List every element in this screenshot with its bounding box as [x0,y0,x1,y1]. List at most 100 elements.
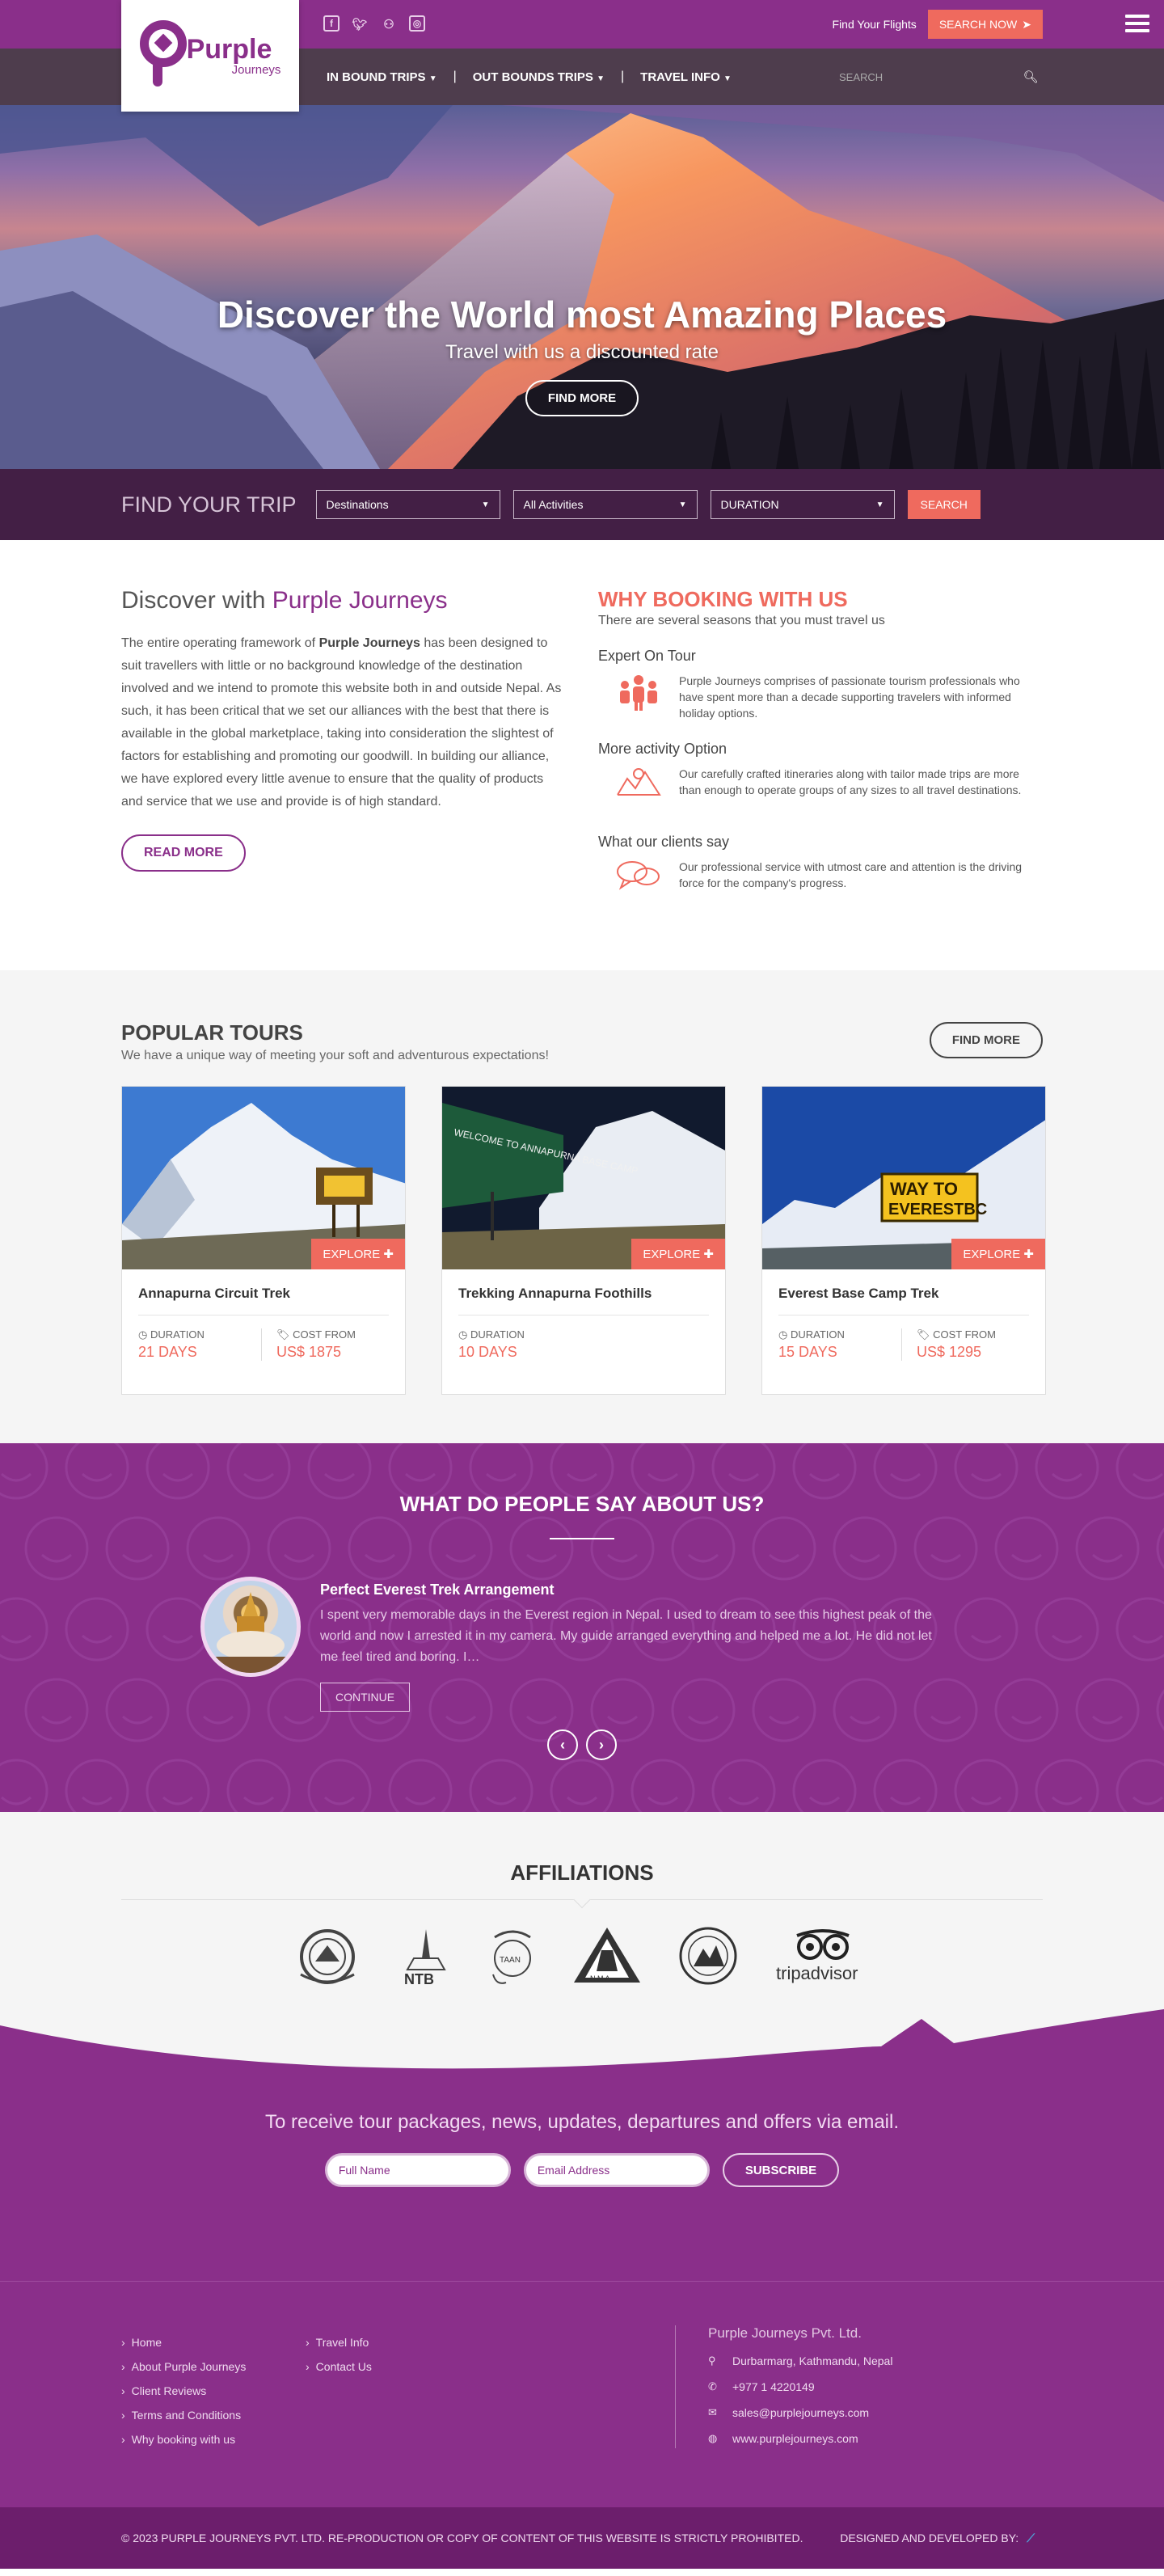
phone-text[interactable]: +977 1 4220149 [732,2380,815,2393]
main-nav: Purple Journeys IN BOUND TRIPS ▼ | OUT B… [0,0,1164,112]
reviewer-avatar [200,1577,301,1677]
brand-logo[interactable]: Purple Journeys [121,0,299,112]
continue-button[interactable]: CONTINUE [320,1683,411,1712]
pattern-smiley [24,1516,89,1581]
search-icon[interactable]: 🔍︎ [1018,70,1043,84]
nma-logo[interactable]: N M A [571,1926,643,1986]
pattern-smile [162,1796,193,1805]
ntb-logo[interactable]: NTB [398,1926,454,1986]
footer-link[interactable]: Terms and Conditions [121,2403,306,2427]
duration-label: ◷ DURATION [138,1328,261,1341]
trip-search-button[interactable]: SEARCH [907,490,981,519]
destinations-select[interactable]: Destinations ▼ [315,490,500,519]
pattern-smile [850,1553,880,1563]
pattern-smile [486,1796,517,1805]
nav-search-input[interactable] [833,70,1018,83]
footer-link[interactable]: Why booking with us [121,2427,306,2451]
read-more-button[interactable]: READ MORE [121,834,246,872]
caret-down-icon: ▼ [723,74,732,83]
mountain-rescue-logo[interactable] [677,1926,739,1986]
email-text[interactable]: sales@purplejourneys.com [732,2406,869,2419]
pattern-smile [284,1553,314,1563]
cost-label-text: COST FROM [933,1328,996,1341]
pattern-smile [1132,1796,1163,1805]
tour-image[interactable]: EXPLORE ✚ [122,1087,405,1269]
developer-logo-icon[interactable]: ⟋ [1027,2532,1035,2544]
tour-duration: 15 DAYS [778,1344,837,1360]
pattern-smile [930,1553,961,1563]
tour-card[interactable]: WAY TO EVERESTBC EXPLORE ✚ Everest Base … [761,1086,1046,1395]
tour-card[interactable]: WELCOME TO ANNAPURNA BASE CAMP EXPLORE ✚… [441,1086,726,1395]
explore-label: EXPLORE [643,1248,701,1261]
trip-search-title: FIND YOUR TRIP [121,492,297,517]
nav-separator: | [621,70,625,83]
explore-button[interactable]: EXPLORE ✚ [631,1239,725,1269]
footer-link[interactable]: Travel Info [306,2330,490,2354]
duration-select[interactable]: DURATION ▼ [710,490,895,519]
twitter-icon[interactable]: 🐦︎ [351,15,369,33]
footer-link[interactable]: Home [121,2330,306,2354]
tour-name[interactable]: Trekking Annapurna Foothills [458,1269,709,1315]
pattern-smile [365,1715,395,1725]
footer-link[interactable]: Contact Us [306,2354,490,2379]
about-para-rest: has been designed to suit travellers wit… [121,636,562,809]
hero-find-more-button[interactable]: FIND MORE [525,380,639,416]
pattern-smile [809,1796,840,1805]
pattern-smile [203,1715,234,1725]
full-name-input[interactable] [324,2153,511,2187]
popular-find-more-button[interactable]: FIND MORE [929,1022,1043,1058]
chevron-right-icon[interactable]: › [586,1729,617,1760]
website-text[interactable]: www.purplejourneys.com [732,2432,858,2445]
company-name: Purple Journeys Pvt. Ltd. [708,2325,862,2341]
duration-label: ◷ DURATION [778,1328,901,1341]
explore-button[interactable]: EXPLORE ✚ [311,1239,405,1269]
chevron-left-icon[interactable]: ‹ [547,1729,578,1760]
find-flights-link[interactable]: Find Your Flights [833,18,917,31]
subscribe-button[interactable]: SUBSCRIBE [722,2153,840,2187]
pattern-smile [850,1715,880,1725]
brand-tagline: Journeys [231,62,281,77]
cost-label: 🏷︎ COST FROM [917,1328,1024,1341]
footer-link[interactable]: Client Reviews [121,2379,306,2403]
cost-label-text: COST FROM [293,1328,356,1341]
paper-plane-icon: ➤ [1022,17,1031,31]
nav-item-inbound[interactable]: IN BOUND TRIPS ▼ [327,70,437,84]
globe-icon: ◍ [708,2432,718,2444]
tripadvisor-logo[interactable]: tripadvisor [773,1926,873,1986]
pattern-smiley [428,1516,493,1581]
search-now-button[interactable]: SEARCH NOW ➤ [927,10,1043,39]
tour-name[interactable]: Annapurna Circuit Trek [138,1269,389,1315]
pattern-smile [365,1553,395,1563]
pattern-smile [688,1553,719,1563]
tour-name[interactable]: Everest Base Camp Trek [778,1269,1029,1315]
newsletter-section: To receive tour packages, news, updates,… [0,2090,1164,2281]
hamburger-menu-icon[interactable] [1125,15,1149,32]
map-marker-icon: ⚲ [708,2354,716,2367]
pattern-smile [1052,1796,1082,1805]
activities-select[interactable]: All Activities ▼ [512,490,698,519]
explore-button[interactable]: EXPLORE ✚ [951,1239,1045,1269]
tour-card[interactable]: EXPLORE ✚ Annapurna Circuit Trek ◷ DURAT… [121,1086,406,1395]
facebook-icon[interactable]: f [323,15,340,32]
testimonial-text: I spent very memorable days in the Evere… [320,1608,932,1664]
pattern-smiley [0,1597,48,1662]
tour-duration: 21 DAYS [138,1344,197,1360]
address-text: Durbarmarg, Kathmandu, Nepal [732,2354,893,2367]
group-people-icon [598,673,679,721]
nepal-government-emblem[interactable] [291,1926,364,1986]
footer-link[interactable]: About Purple Journeys [121,2354,306,2379]
taan-logo[interactable]: TAAN [488,1926,537,1986]
designed-by: DESIGNED AND DEVELOPED BY: ⟋ [840,2532,1035,2545]
tripadvisor-icon[interactable]: ⚇ [380,15,398,33]
email-input[interactable] [523,2153,710,2187]
tour-image[interactable]: WELCOME TO ANNAPURNA BASE CAMP EXPLORE ✚ [442,1087,725,1269]
tour-image[interactable]: WAY TO EVERESTBC EXPLORE ✚ [762,1087,1045,1269]
pattern-smiley [994,1516,1059,1581]
feature-clients: What our clients say Our professional se… [598,834,1043,907]
duration-value: DURATION [720,498,779,511]
nav-item-outbound[interactable]: OUT BOUNDS TRIPS ▼ [473,70,605,84]
explore-label: EXPLORE [963,1248,1021,1261]
nav-item-travel-info[interactable]: TRAVEL INFO ▼ [640,70,732,84]
instagram-icon[interactable]: ◎ [409,15,425,32]
footer-contact: Purple Journeys Pvt. Ltd. ⚲ Durbarmarg, K… [675,2325,892,2448]
